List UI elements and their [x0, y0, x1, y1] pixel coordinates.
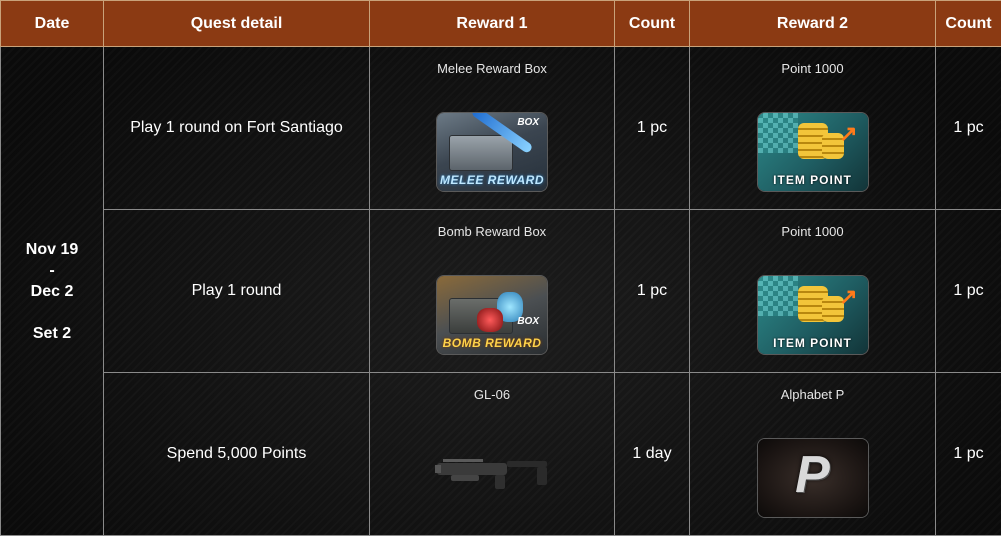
box-tag: BOX: [517, 117, 539, 128]
quest-reward-table: Date Quest detail Reward 1 Count Reward …: [0, 0, 1001, 536]
point-label: ITEM POINT: [773, 173, 852, 187]
reward-2-cell: Point 1000 ↗ ITEM POINT: [689, 46, 936, 210]
date-start: Nov 19: [25, 240, 79, 258]
reward-name: Bomb Reward Box: [437, 224, 547, 239]
reward-2-count: 1 pc: [935, 209, 1001, 373]
date-end: Dec 2: [30, 282, 74, 300]
point-label: ITEM POINT: [773, 336, 852, 350]
reward-name: Melee Reward Box: [437, 61, 547, 76]
table-row: Nov 19 - Dec 2 Set 2 Play 1 round on For…: [0, 46, 1001, 536]
reward-name: Alphabet P: [780, 387, 845, 402]
date-dash: -: [49, 261, 55, 279]
reward-2-cell: Alphabet P P: [689, 372, 936, 536]
reward-1-cell: Bomb Reward Box BOX BOMB REWARD: [369, 209, 615, 373]
header-reward-1: Reward 1: [369, 0, 615, 47]
header-count-1: Count: [614, 0, 690, 47]
reward-name: Point 1000: [781, 61, 844, 76]
table-row: Play 1 round Bomb Reward Box BOX BOMB RE…: [1, 209, 1001, 373]
reward-name: GL-06: [473, 387, 511, 402]
item-point-icon: ↗ ITEM POINT: [757, 276, 868, 354]
box-tag: BOX: [517, 316, 539, 327]
quest-detail: Play 1 round: [103, 209, 370, 373]
quest-detail: Spend 5,000 Points: [103, 372, 370, 536]
reward-1-cell: Melee Reward Box BOX MELEE REWARD: [369, 46, 615, 210]
header-date: Date: [0, 0, 104, 47]
quest-detail: Play 1 round on Fort Santiago: [103, 46, 370, 210]
header-count-2: Count: [935, 0, 1001, 47]
reward-2-cell: Point 1000 ↗ ITEM POINT: [689, 209, 936, 373]
reward-1-count: 1 pc: [614, 46, 690, 210]
header-reward-2: Reward 2: [689, 0, 936, 47]
grenade-launcher-icon: [435, 459, 547, 489]
reward-1-count: 1 day: [614, 372, 690, 536]
alphabet-p-icon: P: [757, 439, 868, 517]
alphabet-letter: P: [795, 446, 830, 504]
reward-1-count: 1 pc: [614, 209, 690, 373]
reward-2-count: 1 pc: [935, 372, 1001, 536]
reward-name: Point 1000: [781, 224, 844, 239]
table-row: Spend 5,000 Points GL-06 1 day Alphabet …: [1, 372, 1001, 536]
melee-reward-box-icon: BOX MELEE REWARD: [437, 113, 547, 191]
box-title: BOMB REWARD: [442, 336, 542, 350]
reward-2-count: 1 pc: [935, 46, 1001, 210]
bomb-reward-box-icon: BOX BOMB REWARD: [437, 276, 547, 354]
header-row: Date Quest detail Reward 1 Count Reward …: [0, 0, 1001, 47]
reward-1-cell: GL-06: [369, 372, 615, 536]
date-cell: Nov 19 - Dec 2 Set 2: [0, 46, 104, 536]
item-point-icon: ↗ ITEM POINT: [757, 113, 868, 191]
header-quest-detail: Quest detail: [103, 0, 370, 47]
date-set: Set 2: [32, 324, 72, 342]
box-title: MELEE REWARD: [439, 173, 544, 187]
